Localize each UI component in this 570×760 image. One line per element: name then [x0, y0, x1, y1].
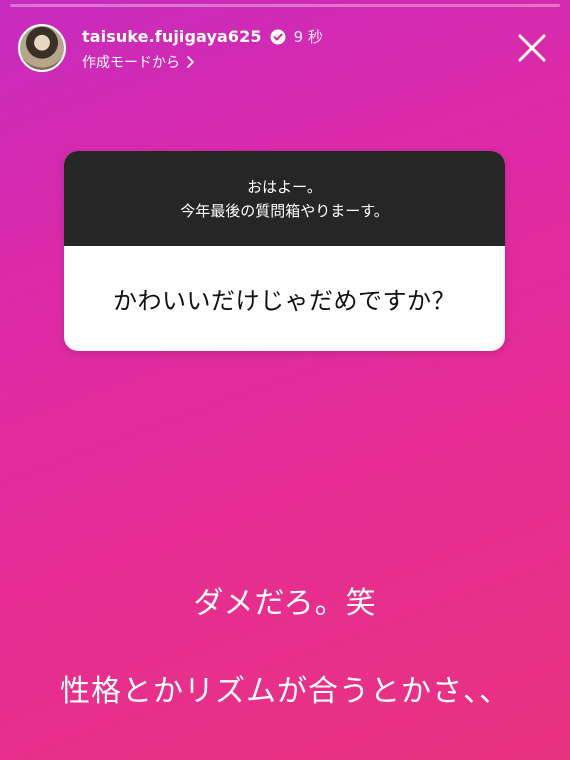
story-header: taisuke.fujigaya625 9 秒 作成モードから [18, 20, 560, 76]
answer-text-line2: 性格とかリズムが合うとかさ、、 [60, 674, 510, 709]
post-time: 9 秒 [293, 28, 323, 46]
create-mode-label: 作成モードから [82, 55, 180, 71]
username[interactable]: taisuke.fujigaya625 [82, 27, 262, 46]
question-sticker-header-line1: おはよー。 [247, 177, 322, 196]
answer-text-line1: ダメだろ。笑 [193, 586, 377, 621]
question-sticker[interactable]: おはよー。 今年最後の質問箱やりまーす。 かわいいだけじゃだめですか？ [64, 151, 505, 351]
question-sticker-header: おはよー。 今年最後の質問箱やりまーす。 [64, 151, 505, 246]
chevron-right-icon [187, 56, 194, 68]
create-mode-link[interactable]: 作成モードから [82, 52, 196, 72]
question-sticker-header-line2: 今年最後の質問箱やりまーす。 [180, 201, 389, 220]
story-progress-bar [10, 4, 560, 7]
verified-badge-icon [270, 29, 286, 44]
user-line: taisuke.fujigaya625 9 秒 [82, 26, 323, 47]
avatar[interactable] [18, 24, 66, 72]
close-icon[interactable] [516, 32, 548, 64]
question-text: かわいいだけじゃだめですか？ [113, 287, 456, 315]
